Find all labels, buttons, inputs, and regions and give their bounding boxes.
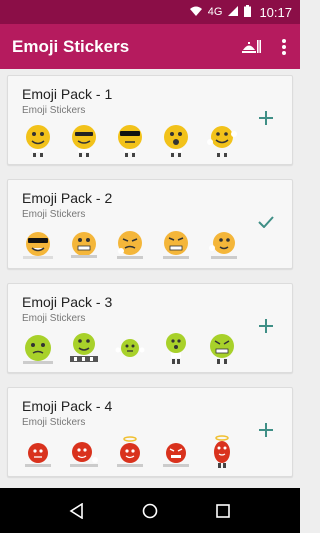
emoji-sticker — [117, 231, 143, 259]
home-circle-icon — [142, 503, 158, 518]
emoji-sticker — [71, 232, 97, 258]
sticker-pack-card-4[interactable]: Emoji Pack - 4 Emoji Stickers — [7, 387, 293, 477]
emoji-sticker — [25, 443, 51, 467]
emoji-sticker — [72, 125, 96, 157]
back-triangle-icon — [69, 502, 83, 519]
emoji-sticker — [163, 443, 189, 467]
sticker-preview-row — [20, 226, 250, 262]
battery-icon — [244, 4, 252, 20]
emoji-sticker — [207, 126, 237, 157]
food-bell-button[interactable] — [236, 31, 268, 63]
emoji-sticker — [214, 435, 230, 468]
pack-subtitle: Emoji Stickers — [22, 209, 86, 220]
emoji-sticker — [26, 125, 50, 157]
emoji-sticker — [164, 125, 188, 157]
pack-title: Emoji Pack - 1 — [22, 86, 113, 102]
emoji-sticker — [118, 125, 142, 157]
pack-subtitle: Emoji Stickers — [22, 105, 86, 116]
pack-title: Emoji Pack - 4 — [22, 398, 113, 414]
emoji-sticker — [117, 436, 143, 467]
status-bar: 4G 10:17 — [0, 0, 300, 24]
emoji-sticker — [163, 231, 189, 259]
emoji-sticker — [166, 333, 186, 364]
app-title: Emoji Stickers — [12, 36, 130, 56]
pack-title: Emoji Pack - 3 — [22, 294, 113, 310]
emoji-sticker — [23, 335, 53, 364]
add-icon — [259, 423, 273, 437]
add-icon — [259, 319, 273, 333]
back-button[interactable] — [62, 496, 92, 526]
navigation-bar — [0, 488, 300, 533]
sticker-preview-row — [20, 434, 250, 470]
add-icon — [259, 111, 273, 125]
home-button[interactable] — [135, 496, 165, 526]
recents-button[interactable] — [208, 496, 238, 526]
app-bar: Emoji Stickers — [0, 24, 300, 69]
pack-subtitle: Emoji Stickers — [22, 417, 86, 428]
signal-network-label: 4G — [207, 6, 223, 18]
check-icon — [258, 216, 274, 228]
emoji-sticker — [70, 333, 98, 362]
more-vert-icon — [282, 38, 286, 55]
pack-subtitle: Emoji Stickers — [22, 313, 86, 324]
sticker-preview-row — [20, 330, 250, 366]
emoji-sticker — [115, 339, 145, 357]
pack-added-indicator[interactable] — [254, 210, 278, 234]
sticker-preview-row — [20, 122, 250, 158]
emoji-sticker — [23, 232, 53, 259]
pack-title: Emoji Pack - 2 — [22, 190, 113, 206]
sticker-pack-card-1[interactable]: Emoji Pack - 1 Emoji Stickers — [7, 75, 293, 165]
sticker-pack-list[interactable]: Emoji Pack - 1 Emoji Stickers Emoji Pack… — [0, 69, 300, 488]
recents-square-icon — [216, 503, 231, 518]
clock: 10:17 — [259, 4, 292, 20]
wifi-icon — [189, 6, 202, 19]
sticker-pack-card-3[interactable]: Emoji Pack - 3 Emoji Stickers — [7, 283, 293, 373]
add-pack-button[interactable] — [254, 418, 278, 442]
add-pack-button[interactable] — [254, 106, 278, 130]
emoji-sticker — [70, 442, 98, 467]
add-pack-button[interactable] — [254, 314, 278, 338]
signal-icon — [228, 5, 239, 19]
more-options-button[interactable] — [268, 31, 300, 63]
room-service-icon — [242, 39, 261, 53]
emoji-sticker — [210, 334, 234, 364]
emoji-sticker — [209, 232, 237, 259]
sticker-pack-card-2[interactable]: Emoji Pack - 2 Emoji Stickers — [7, 179, 293, 269]
